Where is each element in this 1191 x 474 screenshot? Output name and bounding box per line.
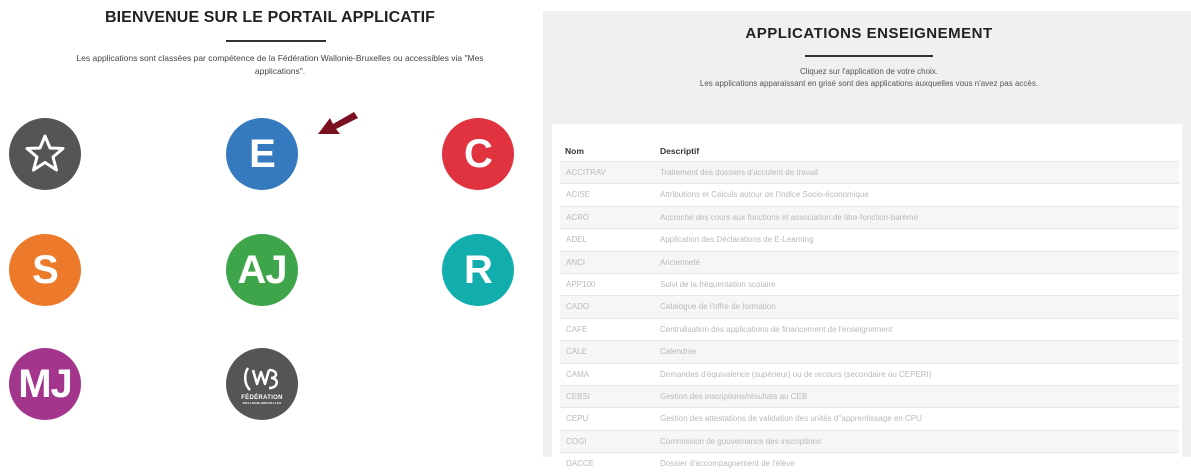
app-description: Demandes d'équivalence (supérieur) ou de… <box>660 369 932 379</box>
app-name: ACRO <box>566 212 590 222</box>
culture-tile[interactable]: C <box>442 118 514 190</box>
sport-tile[interactable]: S <box>9 234 81 306</box>
column-header-description[interactable]: Descriptif <box>660 146 699 156</box>
app-description: Catalogue de l'offre de formation <box>660 302 776 312</box>
app-name: ACCITRAV <box>566 168 606 177</box>
title-divider <box>226 40 326 42</box>
app-description: Centralisation des applications de finan… <box>660 324 893 334</box>
table-row[interactable]: CALE Calendrier <box>560 340 1179 363</box>
table-row[interactable]: ACCITRAV Traitement des dossiers d'accide… <box>560 161 1179 184</box>
table-row[interactable]: CEPU Gestion des attestations de validati… <box>560 407 1179 429</box>
table-row[interactable]: APP100 Suivi de la fréquentation scolaire <box>560 272 1179 295</box>
app-name: APP100 <box>566 279 596 289</box>
app-name: CEBSI <box>566 391 591 401</box>
app-description: Attributions et Calculs autour de l'Indi… <box>660 190 869 200</box>
app-description: Gestion des attestations de validation d… <box>660 414 922 424</box>
app-description: Traitement des dossiers d'accident de tr… <box>660 168 820 177</box>
applications-title: APPLICATIONS ENSEIGNEMENT <box>745 25 993 42</box>
table-row[interactable]: ACISE Attributions et Calculs autour de l… <box>560 183 1179 205</box>
app-name: DACCE <box>566 459 595 469</box>
enseignement-tile[interactable]: E <box>226 118 298 190</box>
app-name: COGI <box>566 436 587 446</box>
portal-title: BIENVENUE SUR LE PORTAIL APPLICATIF <box>104 9 436 26</box>
app-name: CAMA <box>566 369 590 379</box>
tile-label: R <box>464 247 493 292</box>
tile-label: MJ <box>18 361 73 406</box>
table-row[interactable]: CADO Catalogue de l'offre de formation <box>560 295 1179 318</box>
federation-tile[interactable]: FÉDÉRATION WALLONIE-BRUXELLES <box>226 348 298 420</box>
app-description: Dossier d'accompagnement de l'élève <box>660 459 795 469</box>
table-row[interactable]: CAMA Demandes d'équivalence (supérieur) o… <box>560 362 1179 385</box>
app-description: Calendrier <box>660 347 697 357</box>
app-description: Ancienneté <box>660 257 701 267</box>
app-description: Commission de gouvernance des inscriptio… <box>660 436 821 446</box>
pointer-arrow-icon <box>318 112 358 134</box>
tile-label: C <box>464 131 493 176</box>
description-line-2: Les applications apparaissant en grisé s… <box>699 79 1039 88</box>
portal-description: Les applications sont classées par compé… <box>76 53 484 76</box>
app-name: ACISE <box>566 190 591 200</box>
table-row[interactable]: ACRO Accroche des cours aux fonctions et … <box>560 205 1179 229</box>
table-row[interactable]: ANCI Ancienneté <box>560 250 1179 273</box>
table-row[interactable]: COGI Commission de gouvernance des inscri… <box>560 429 1179 453</box>
maisons-justice-tile[interactable]: MJ <box>9 348 81 420</box>
description-line-1: Cliquez sur l'application de votre choix… <box>799 67 939 76</box>
table-row[interactable]: DACCE Dossier d'accompagnement de l'élève <box>560 452 1179 474</box>
recherche-tile[interactable]: R <box>442 234 514 306</box>
app-description: Application des Déclarations de E-Learni… <box>660 235 814 245</box>
tile-label: S <box>32 247 59 292</box>
app-description: Accroche des cours aux fonctions et asso… <box>660 212 918 222</box>
table-row[interactable]: ADEL Application des Déclarations de E-Le… <box>560 228 1179 250</box>
tile-label: AJ <box>237 247 287 292</box>
portal-panel: BIENVENUE SUR LE PORTAIL APPLICATIF Les … <box>0 0 540 457</box>
tile-label: E <box>249 131 276 176</box>
federation-logo-subtext: WALLONIE-BRUXELLES <box>242 400 282 405</box>
table-body: ACCITRAV Traitement des dossiers d'accide… <box>560 161 1179 474</box>
app-description: Suivi de la fréquentation scolaire <box>660 279 776 289</box>
table-row[interactable]: CEBSI Gestion des inscriptions/résultats … <box>560 384 1179 408</box>
app-name: CALE <box>566 347 587 357</box>
star-icon <box>25 134 65 172</box>
app-description: Gestion des inscriptions/résultats au CE… <box>660 391 808 401</box>
applications-panel: APPLICATIONS ENSEIGNEMENT Cliquez sur l'… <box>543 11 1191 468</box>
app-name: ADEL <box>566 235 587 245</box>
federation-logo-icon <box>244 366 278 391</box>
app-name: CEPU <box>566 414 589 424</box>
app-name: CADO <box>566 302 590 312</box>
favorites-tile[interactable] <box>9 118 81 190</box>
app-name: CAFE <box>566 324 588 334</box>
column-header-name[interactable]: Nom <box>565 146 584 156</box>
table-row[interactable]: CAFE Centralisation des applications de f… <box>560 317 1179 340</box>
app-name: ANCI <box>566 257 586 267</box>
applications-table: Nom Descriptif ACCITRAV Traitement des do… <box>552 124 1182 468</box>
title-divider <box>805 55 933 57</box>
applications-description: Cliquez sur l'application de votre choix… <box>543 66 1191 90</box>
aide-jeunesse-tile[interactable]: AJ <box>226 234 298 306</box>
